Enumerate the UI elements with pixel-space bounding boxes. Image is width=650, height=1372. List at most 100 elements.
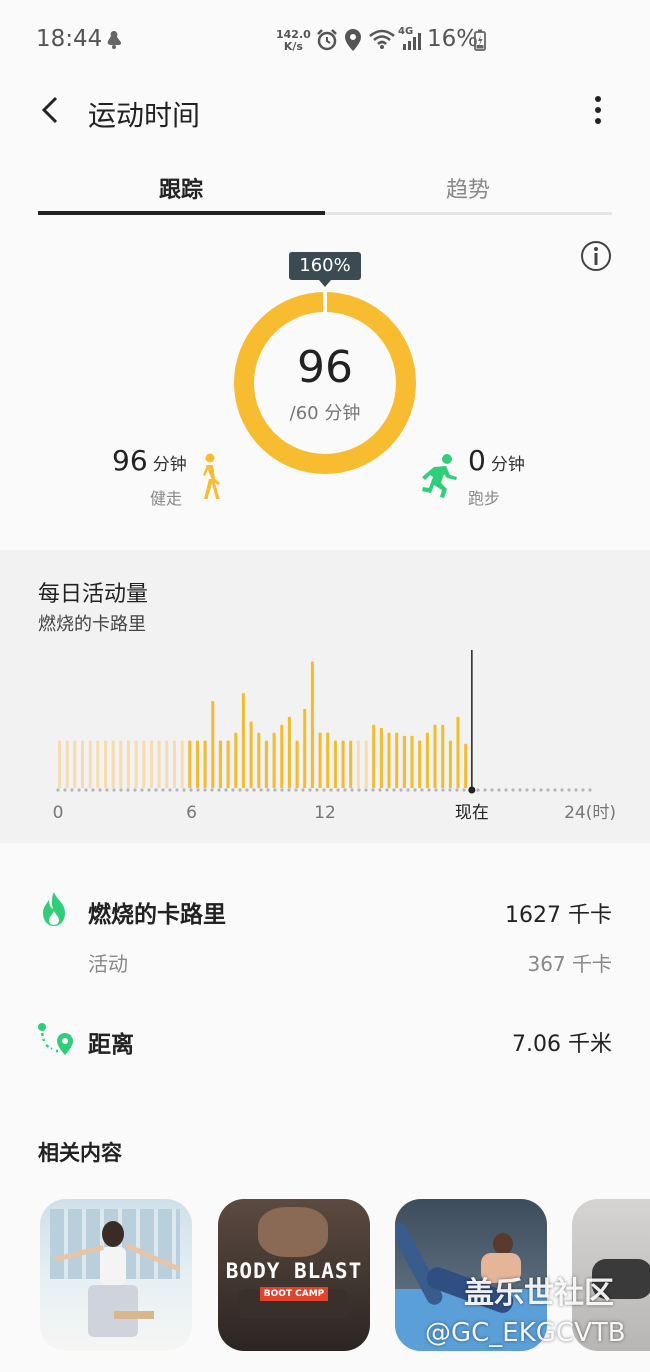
tab-tracking[interactable]: 跟踪 <box>159 172 203 204</box>
chart-bar <box>287 716 291 788</box>
chart-baseline-dot <box>546 788 550 792</box>
chart-baseline-dot <box>329 788 333 792</box>
chart-baseline-dot <box>567 788 571 792</box>
chart-bar <box>441 724 445 788</box>
chart-baseline-dot <box>147 788 151 792</box>
chart-bar <box>364 740 368 788</box>
chart-baseline-dot <box>287 788 291 792</box>
chart-baseline-dot <box>154 788 158 792</box>
daily-activity-section: 每日活动量 燃烧的卡路里 0 6 12 现在 24(时) <box>0 550 650 843</box>
chart-bar <box>58 740 61 788</box>
chart-baseline-dot <box>140 788 144 792</box>
chart-bar <box>418 740 422 788</box>
chart-bar <box>165 740 169 788</box>
chart-baseline-dot <box>392 788 396 792</box>
chart-bar <box>142 740 146 788</box>
location-icon <box>345 29 361 51</box>
chart-baseline-dot <box>133 788 137 792</box>
chart-bar <box>257 732 261 788</box>
chart-baseline-dot <box>371 788 375 792</box>
chart-baseline-dot <box>448 788 452 792</box>
x-tick-label: 现在 <box>455 803 489 823</box>
chart-baseline-dot <box>245 788 249 792</box>
chart-baseline-dot <box>252 788 256 792</box>
chart-baseline-dot <box>91 788 95 792</box>
chart-baseline-dot <box>525 788 529 792</box>
chart-bar <box>180 740 184 788</box>
chart-baseline-dot <box>308 788 312 792</box>
chart-baseline-dot <box>161 788 165 792</box>
chart-baseline-dot <box>434 788 438 792</box>
chart-bar <box>303 709 307 788</box>
chart-baseline-dot <box>217 788 221 792</box>
x-tick-label: 12 <box>314 803 336 823</box>
chart-baseline-dot <box>518 788 522 792</box>
chart-baseline-dot <box>378 788 382 792</box>
daily-subtitle: 燃烧的卡路里 <box>38 614 146 635</box>
chart-baseline-dot <box>420 788 424 792</box>
thumb-tag: BOOT CAMP <box>260 1287 328 1301</box>
signal-icon <box>403 33 421 50</box>
chart-bar <box>326 732 330 788</box>
chart-baseline-dot <box>399 788 403 792</box>
alarm-icon <box>317 29 337 51</box>
walk-stat: 96 分钟 <box>112 444 187 477</box>
more-vertical-icon[interactable] <box>588 94 608 126</box>
battery-percent: 16% <box>427 26 479 52</box>
chart-bar <box>402 735 406 788</box>
chart-bar <box>341 740 345 788</box>
net-speed: 142.0 K/s <box>276 28 311 53</box>
walk-unit: 分钟 <box>152 455 187 475</box>
chart-baseline-dot <box>343 788 347 792</box>
chart-baseline-dot <box>168 788 172 792</box>
x-tick-label: 6 <box>186 803 197 823</box>
watermark-handle: @GC_EKGCVTB <box>425 1318 626 1348</box>
chart-baseline-dot <box>175 788 179 792</box>
info-icon[interactable] <box>580 240 612 272</box>
chart-bar <box>395 732 399 788</box>
chart-bar <box>295 740 299 788</box>
chart-baseline-dot <box>364 788 368 792</box>
chart-bar <box>211 701 215 788</box>
chart-baseline-dot <box>112 788 116 792</box>
walking-person-icon <box>203 453 220 499</box>
chart-baseline-dot <box>266 788 270 792</box>
run-label: 跑步 <box>468 489 501 508</box>
running-person-icon <box>422 454 457 498</box>
chart-baseline-dot <box>56 788 60 792</box>
chart-bar <box>241 693 245 788</box>
chart-bar <box>264 740 268 788</box>
chart-baseline-dot <box>406 788 410 792</box>
chart-baseline-dot <box>581 788 585 792</box>
chart-bar <box>310 661 314 788</box>
app-bar: 运动时间 <box>0 80 650 144</box>
status-bar: 18:44 142.0 K/s 4G 16% <box>0 0 650 80</box>
x-tick-label: 0 <box>53 803 64 823</box>
tab-trends[interactable]: 趋势 <box>446 172 490 204</box>
now-marker-dot <box>468 786 476 794</box>
chart-bar <box>456 716 460 788</box>
body-blast-thumb[interactable]: BODY BLAST BOOT CAMP <box>218 1199 370 1351</box>
page-title: 运动时间 <box>88 99 201 132</box>
calories-value: 1627 千卡 <box>505 903 612 928</box>
yoga-woman-thumb[interactable] <box>40 1199 192 1351</box>
x-tick-label: 24(时) <box>564 803 616 823</box>
chart-baseline-dot <box>70 788 74 792</box>
chart-baseline-dot <box>210 788 214 792</box>
chart-bar <box>448 740 452 788</box>
back-arrow-icon[interactable] <box>36 94 64 126</box>
walk-value: 96 <box>112 444 148 477</box>
notification-icon <box>107 31 122 49</box>
chart-baseline-dot <box>476 788 480 792</box>
chart-baseline-dot <box>483 788 487 792</box>
tab-selected-indicator <box>38 211 325 215</box>
chart-baseline-dot <box>455 788 459 792</box>
chart-baseline-dot <box>350 788 354 792</box>
thumb-title: BODY BLAST <box>225 1259 363 1283</box>
chart-baseline-dot <box>574 788 578 792</box>
chart-baseline-dot <box>462 788 466 792</box>
chart-baseline-dot <box>119 788 123 792</box>
activity-minutes-value: 96 <box>297 342 353 393</box>
chart-bar <box>249 721 253 788</box>
chart-baseline-dot <box>196 788 200 792</box>
